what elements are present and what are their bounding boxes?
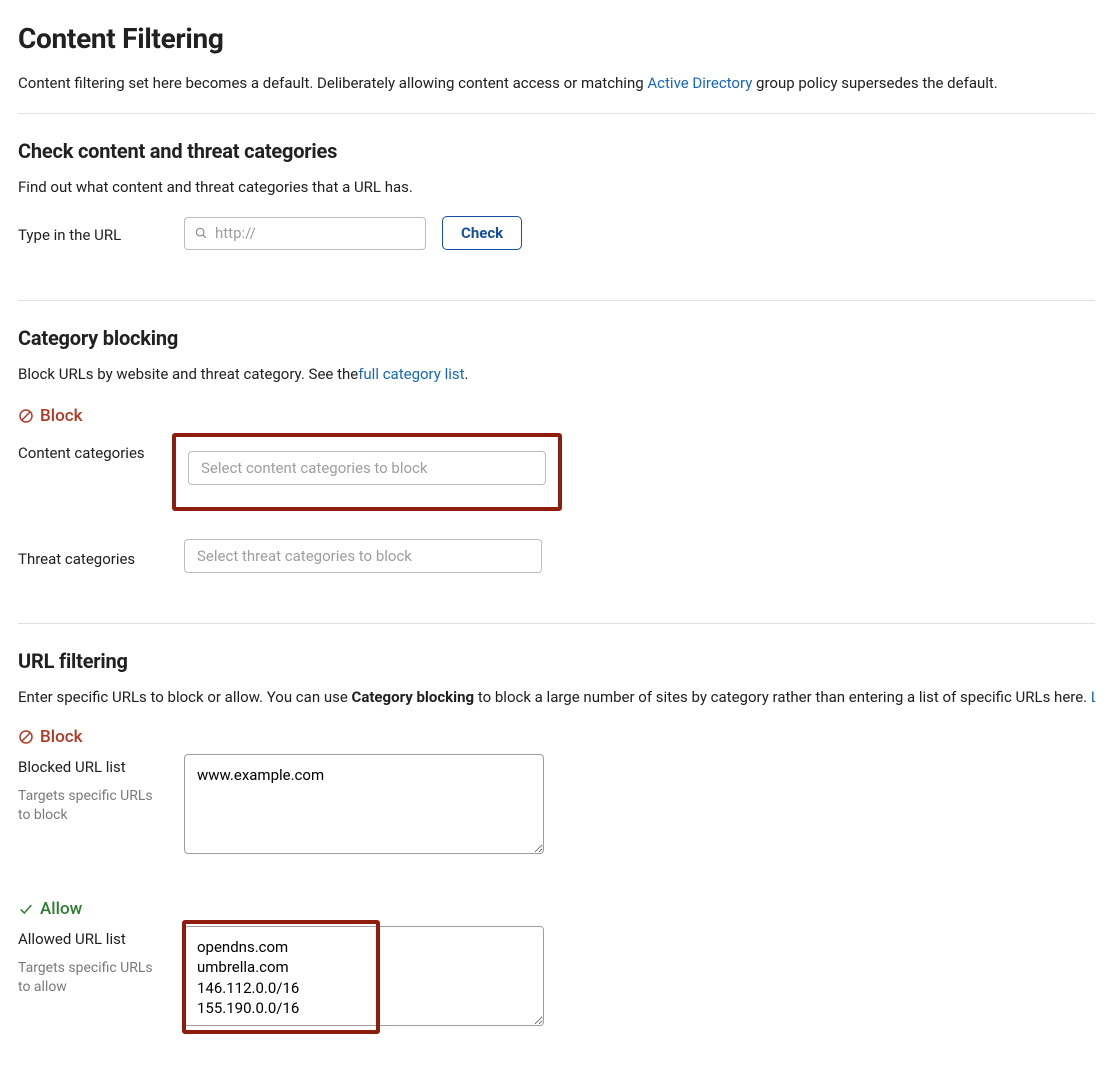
urlfilter-heading: URL filtering — [18, 646, 1095, 676]
url-input-wrap — [184, 217, 426, 250]
catblock-desc-b: . — [465, 365, 469, 383]
check-heading: Check content and threat categories — [18, 136, 1095, 166]
divider — [18, 113, 1095, 114]
urlfilter-desc-bold: Category blocking — [352, 688, 475, 706]
catblock-heading: Category blocking — [18, 323, 1095, 353]
blocked-url-hint: Targets specific URLs to block — [18, 787, 168, 826]
urlfilter-desc-b: to block a large number of sites by cate… — [474, 688, 1091, 706]
check-button[interactable]: Check — [442, 216, 522, 250]
urlfilter-desc: Enter specific URLs to block or allow. Y… — [18, 686, 1095, 709]
url-input[interactable] — [184, 217, 426, 250]
block-icon — [18, 408, 34, 424]
threat-categories-label: Threat categories — [18, 539, 184, 571]
block-badge-url: Block — [18, 725, 82, 751]
intro-text-a: Content filtering set here becomes a def… — [18, 74, 647, 92]
active-directory-link[interactable]: Active Directory — [647, 74, 752, 92]
content-categories-label: Content categories — [18, 433, 184, 465]
threat-categories-select[interactable]: Select threat categories to block — [184, 539, 542, 573]
divider — [18, 300, 1095, 301]
learn-more-link[interactable]: Lea — [1091, 688, 1095, 706]
blocked-url-row: Blocked URL list Targets specific URLs t… — [18, 754, 1095, 861]
content-categories-select[interactable]: Select content categories to block — [188, 451, 546, 485]
allowed-url-row: Allowed URL list Targets specific URLs t… — [18, 926, 1095, 1033]
block-badge-url-text: Block — [40, 725, 82, 751]
allow-badge: Allow — [18, 897, 82, 923]
allowed-url-textarea[interactable] — [184, 926, 544, 1026]
search-icon — [194, 226, 208, 240]
blocked-url-textarea[interactable] — [184, 754, 544, 854]
check-row: Type in the URL Check — [18, 216, 1095, 250]
allowed-url-label: Allowed URL list — [18, 928, 184, 951]
block-badge-text: Block — [40, 404, 82, 430]
page-title: Content Filtering — [18, 18, 1095, 60]
catblock-desc: Block URLs by website and threat categor… — [18, 363, 1095, 386]
threat-categories-row: Threat categories Select threat categori… — [18, 539, 1095, 573]
intro-text-b: group policy supersedes the default. — [756, 74, 998, 92]
check-icon — [18, 901, 34, 917]
divider — [18, 623, 1095, 624]
check-desc: Find out what content and threat categor… — [18, 176, 1095, 199]
block-badge: Block — [18, 404, 82, 430]
block-icon — [18, 729, 34, 745]
allowed-url-hint: Targets specific URLs to allow — [18, 959, 168, 998]
check-label: Type in the URL — [18, 216, 184, 247]
content-categories-placeholder: Select content categories to block — [201, 457, 428, 480]
threat-categories-placeholder: Select threat categories to block — [197, 545, 412, 568]
full-category-list-link[interactable]: full category list — [358, 365, 464, 383]
page-intro: Content filtering set here becomes a def… — [18, 72, 1095, 95]
content-categories-highlight: Select content categories to block — [172, 433, 562, 511]
allow-badge-text: Allow — [40, 897, 82, 923]
content-categories-row: Content categories Select content catego… — [18, 433, 1095, 511]
catblock-desc-a: Block URLs by website and threat categor… — [18, 365, 358, 383]
blocked-url-label: Blocked URL list — [18, 756, 184, 779]
urlfilter-desc-a: Enter specific URLs to block or allow. Y… — [18, 688, 352, 706]
